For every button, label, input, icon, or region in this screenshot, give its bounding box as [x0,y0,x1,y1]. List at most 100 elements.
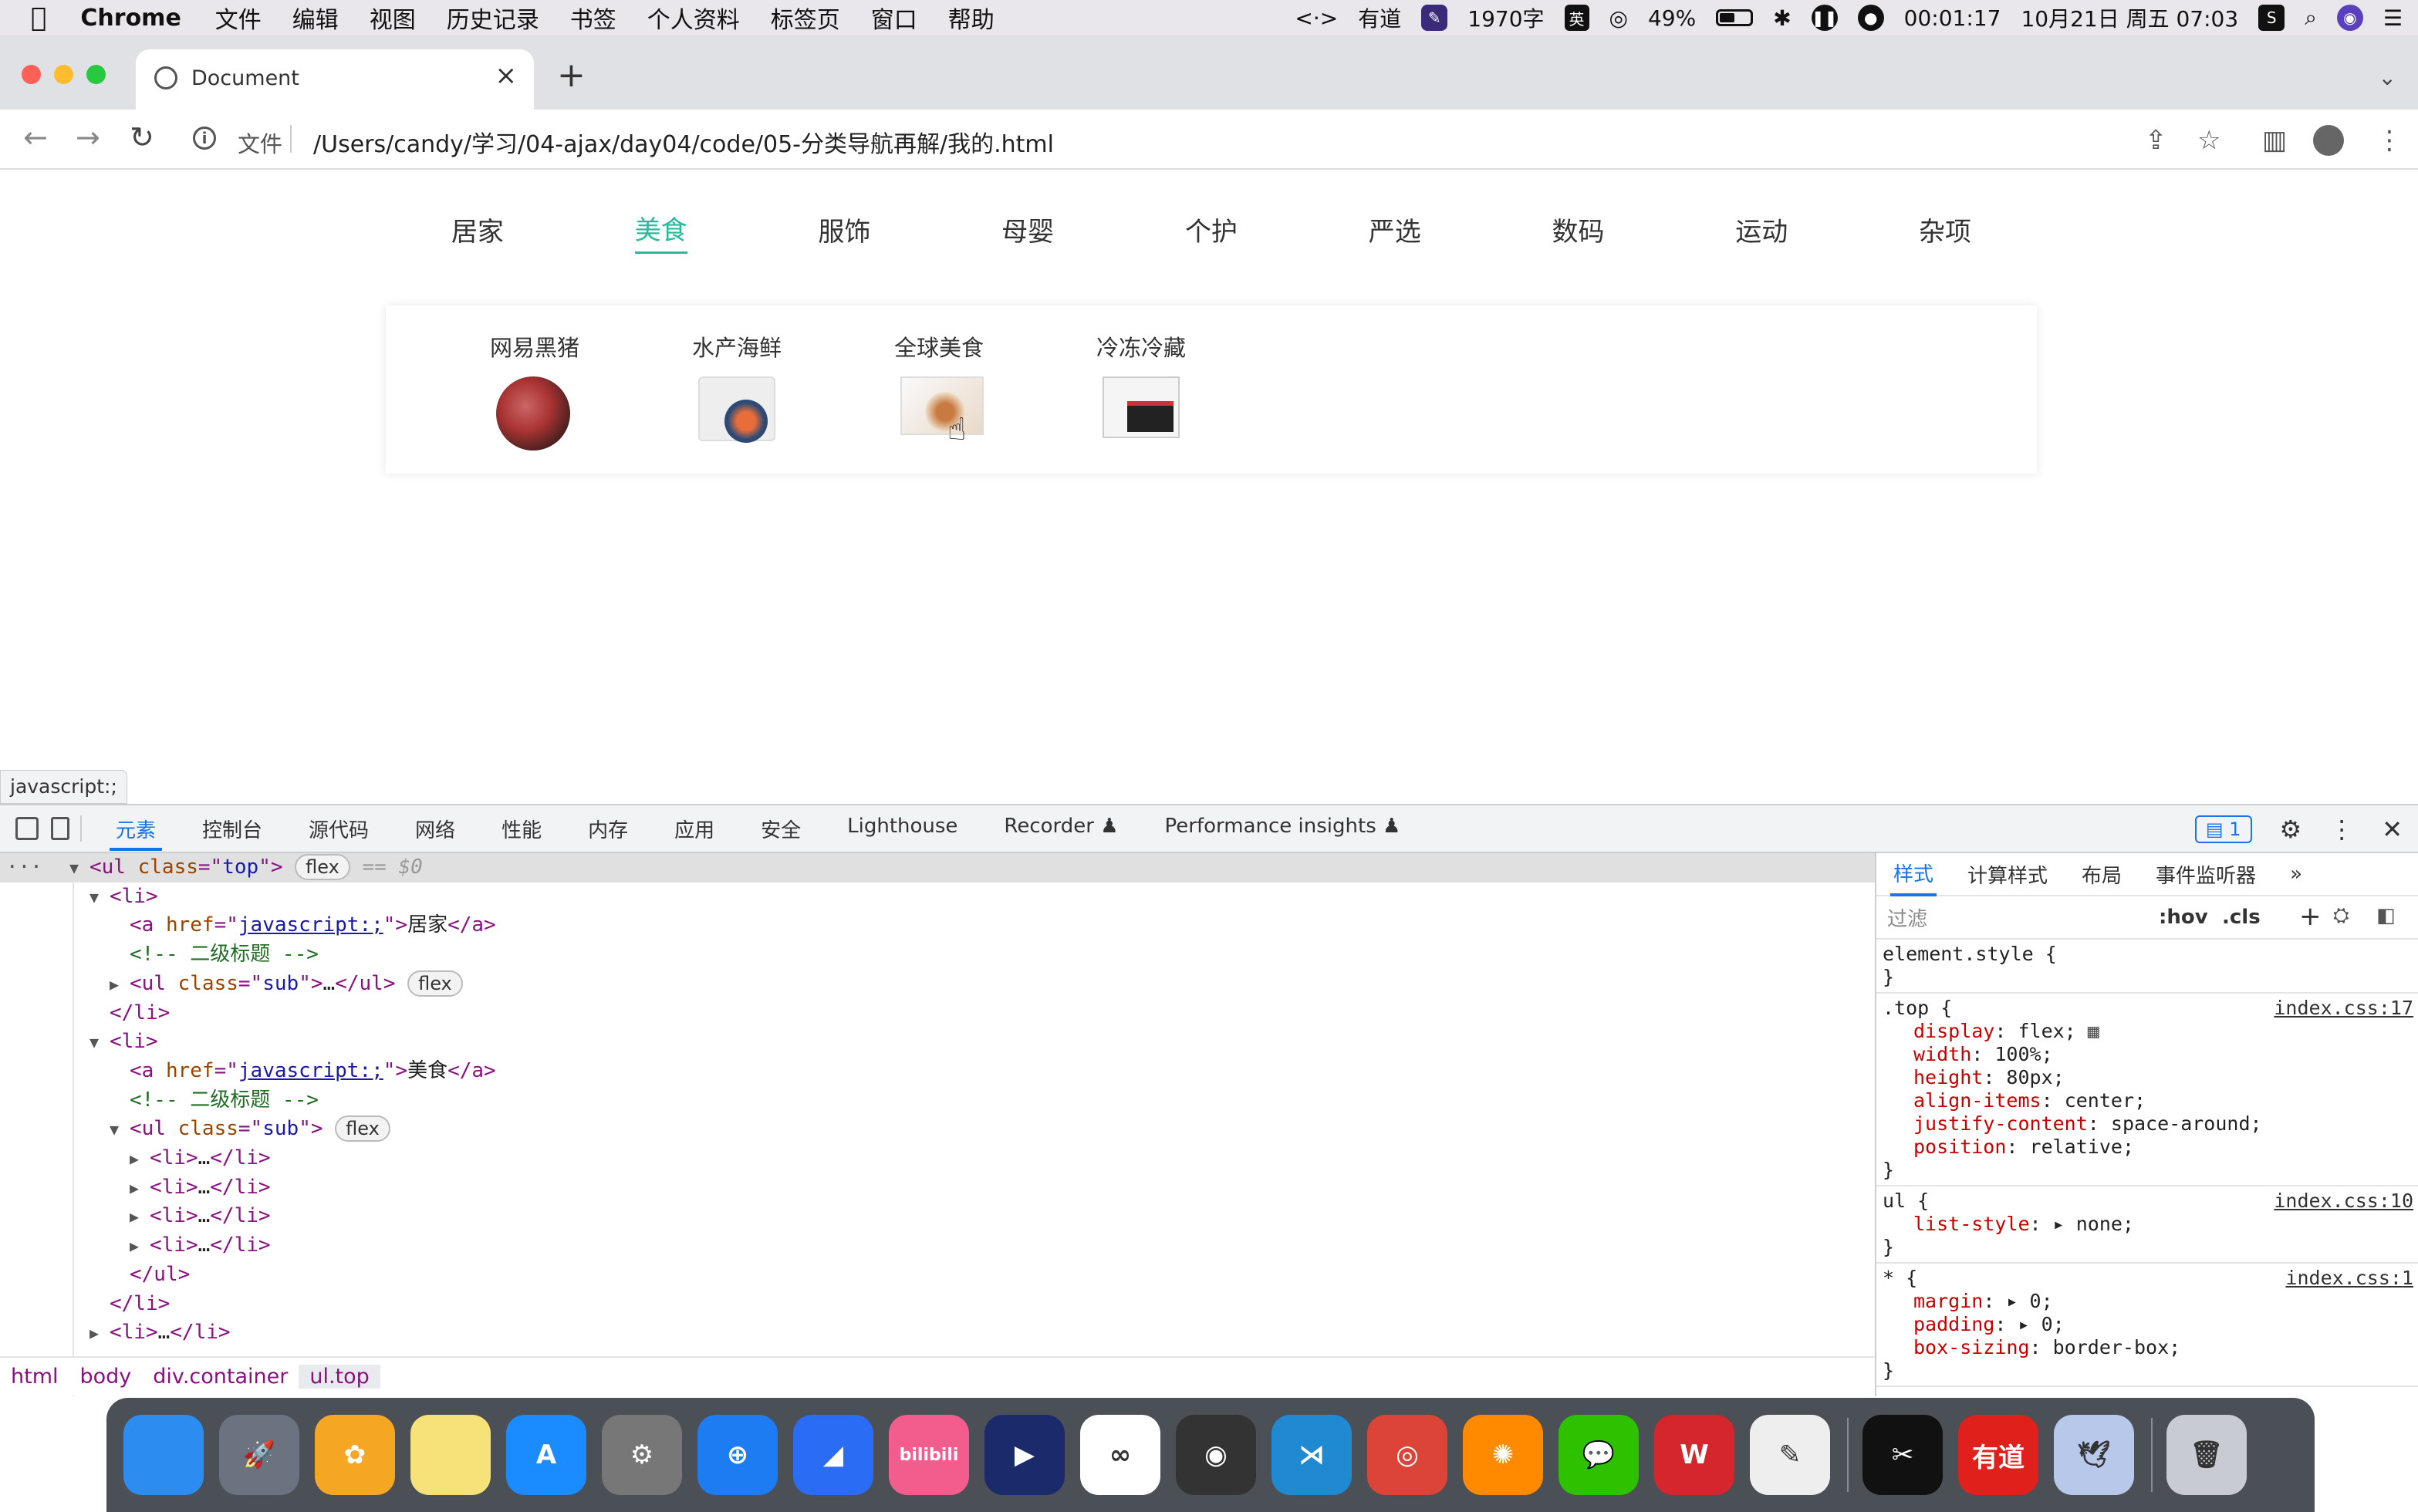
s-app-icon[interactable]: S [2258,5,2285,31]
devtools-tab[interactable]: 网络 [409,807,461,851]
collapse-triangle-icon[interactable]: ▶ [130,1174,150,1203]
dom-node-line[interactable]: <a href="javascript:;">美食</a> [0,1057,1875,1086]
expand-triangle-icon[interactable]: ▼ [89,1028,110,1058]
nav-item-3[interactable]: 服饰 [818,211,870,253]
tab-search-chevron-icon[interactable]: ⌄ [2379,65,2396,90]
clock[interactable]: 10月21日 周五 07:03 [2021,2,2238,33]
css-property[interactable]: list-style: ▸ none; [1883,1213,2418,1236]
back-arrow-icon[interactable]: ← [23,120,48,154]
input-method-indicator[interactable]: 英 [1564,5,1589,31]
subcategory-item[interactable]: 全球美食 [838,305,1040,474]
devtools-tab[interactable]: 应用 [668,807,721,851]
dom-node-line[interactable]: ▼ <li> [0,1028,1875,1057]
css-property[interactable]: display: flex; ▦ [1883,1020,2418,1043]
pork-image[interactable] [496,376,570,451]
more-dots-icon[interactable]: ··· [6,853,42,883]
dom-node-line[interactable]: ▶ <li>…</li> [0,1202,1875,1231]
dom-node-line[interactable]: ▶ <li>…</li> [0,1318,1875,1348]
css-property[interactable]: box-sizing: border-box; [1883,1336,2418,1359]
devtools-tab[interactable]: 源代码 [302,807,375,851]
breadcrumb-item[interactable]: div.container [142,1365,299,1389]
apple-menu-icon[interactable]:  [31,2,46,33]
side-panel-icon[interactable]: ▥ [2262,125,2287,156]
subcategory-item[interactable]: 冷冻冷藏 [1040,305,1242,474]
collapse-triangle-icon[interactable]: ▶ [110,970,130,1000]
frozen-food-image[interactable] [1103,376,1180,438]
devtools-tab[interactable]: 安全 [755,807,807,851]
capcut-icon[interactable]: ✂ [1862,1415,1943,1495]
feather-icon[interactable]: 🕊 [2054,1415,2134,1495]
bilibili-icon[interactable]: bilibili [889,1415,969,1495]
menu-item[interactable]: 书签 [570,1,616,35]
css-property[interactable]: width: 100%; [1883,1043,2418,1066]
airplay-icon[interactable]: ◎ [1609,5,1628,31]
expand-triangle-icon[interactable]: ▼ [69,854,89,883]
dom-node-line[interactable]: <!-- 二级标题 --> [0,1086,1875,1115]
css-property[interactable]: justify-content: space-around; [1883,1112,2418,1136]
seafood-image[interactable] [698,376,775,443]
breadcrumb-item[interactable]: ul.top [299,1364,380,1389]
devtools-tab[interactable]: Recorder ♟ [998,807,1124,851]
system-preferences-icon[interactable]: ⚙ [602,1415,682,1495]
minimize-window-button[interactable] [54,65,73,84]
subcategory-name[interactable]: 水产海鲜 [684,330,789,363]
finder-icon[interactable] [123,1415,204,1495]
dom-node-line[interactable]: ▼ <ul class="sub"> flex [0,1115,1875,1144]
pause-icon[interactable]: ❚❚ [1811,5,1838,31]
wps-icon[interactable]: W [1654,1415,1734,1495]
styles-filter-input[interactable]: 过滤 [1887,903,1927,932]
collapse-triangle-icon[interactable]: ▶ [130,1145,150,1174]
record-icon[interactable]: ● [1857,5,1884,31]
siri-icon[interactable]: ◉ [2336,5,2363,31]
menu-item[interactable]: 视图 [370,1,416,35]
devtools-tab[interactable]: 性能 [495,807,548,851]
subcategory-item[interactable]: 网易黑猪 [434,305,636,474]
textedit-icon[interactable]: ✎ [1750,1415,1830,1495]
dom-node-line[interactable]: </ul> [0,1261,1875,1290]
settings-gear-icon[interactable]: ⚙ [2280,815,2302,844]
app-menu[interactable]: Chrome [80,5,181,32]
devtools-more-icon[interactable]: ⋮ [2329,815,2354,844]
safari-icon[interactable]: ⊕ [697,1415,778,1495]
dom-node-line[interactable]: </li> [0,999,1875,1028]
nav-item-1[interactable]: 居家 [451,211,504,253]
inspect-element-icon[interactable] [15,817,39,840]
color-app-icon[interactable]: ✺ [1463,1415,1543,1495]
app-store-icon[interactable]: A [506,1415,586,1495]
menu-item[interactable]: 窗口 [871,1,917,35]
nav-item-6[interactable]: 严选 [1369,211,1421,253]
code-icon[interactable]: <·> [1295,5,1338,31]
issues-badge[interactable]: ▤ 1 [2194,815,2252,843]
dom-node-line[interactable]: ··· ▼ <ul class="top"> flex == $0 [0,853,1875,883]
menu-item[interactable]: 编辑 [292,1,339,35]
collapse-triangle-icon[interactable]: ▶ [130,1203,150,1232]
flex-editor-icon[interactable]: ▦ [2076,1020,2099,1042]
photos-icon[interactable]: ✿ [315,1415,395,1495]
breadcrumb-item[interactable]: body [69,1365,143,1389]
bookmark-star-icon[interactable]: ☆ [2197,125,2220,156]
styles-tab[interactable]: 事件监听器 [2153,854,2259,895]
forward-arrow-icon[interactable]: → [76,120,100,154]
menu-item[interactable]: 文件 [215,1,262,35]
styles-tab[interactable]: 计算样式 [1964,854,2051,895]
css-selector[interactable]: element.style { [1883,943,2418,966]
css-source-link[interactable]: index.css:10 [2274,1190,2413,1213]
close-window-button[interactable] [22,65,41,84]
mongodb-compass-icon[interactable]: ◉ [1176,1415,1256,1495]
styles-tab[interactable]: » [2287,856,2305,892]
flex-badge[interactable]: flex [407,970,463,997]
devtools-tab[interactable]: Performance insights ♟ [1159,807,1407,851]
subcategory-item[interactable]: 水产海鲜 [636,305,838,474]
feishu-icon[interactable]: ◢ [793,1415,873,1495]
more-menu-icon[interactable]: ⋮ [2376,125,2403,156]
paint-icon[interactable]: ⛭ [2333,904,2349,928]
flex-badge[interactable]: flex [335,1115,390,1142]
css-property[interactable]: align-items: center; [1883,1089,2418,1112]
expand-triangle-icon[interactable]: ▼ [89,883,110,913]
expand-triangle-icon[interactable]: ▼ [110,1115,130,1145]
nav-item-2[interactable]: 美食 [634,209,687,254]
styles-tab[interactable]: 样式 [1890,852,1937,896]
nav-item-5[interactable]: 个护 [1185,211,1238,253]
global-food-image[interactable] [900,376,984,435]
device-toolbar-icon[interactable] [51,817,69,840]
